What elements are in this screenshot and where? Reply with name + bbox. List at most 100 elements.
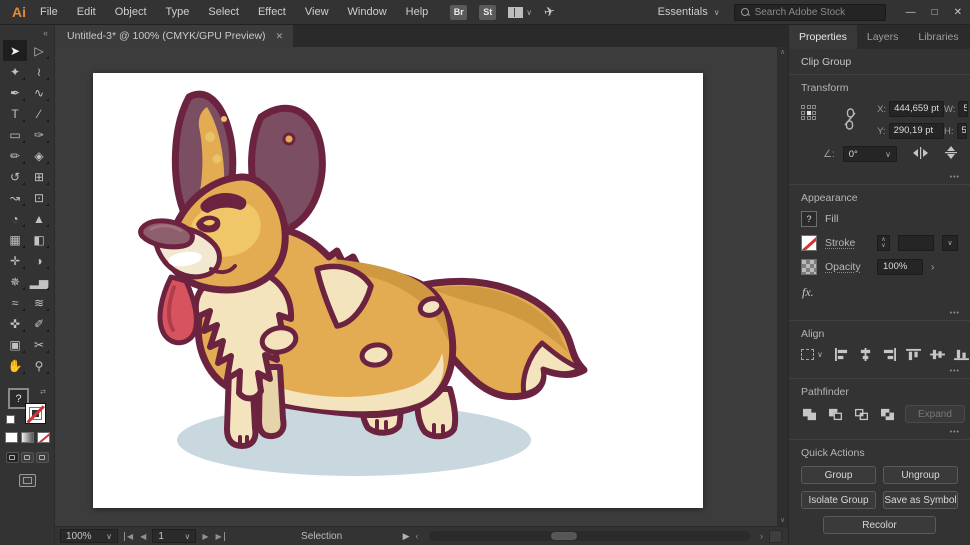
- vertical-align-bottom-button[interactable]: [953, 347, 970, 362]
- rotate-tool[interactable]: ↺: [3, 166, 27, 187]
- swap-fill-stroke-icon[interactable]: ⇄: [40, 388, 46, 396]
- stroke-weight-stepper[interactable]: ∧∨: [877, 235, 890, 251]
- vertical-scrollbar[interactable]: ∧ ∨: [777, 47, 788, 526]
- save-as-symbol-button[interactable]: Save as Symbol: [883, 491, 958, 509]
- menu-type[interactable]: Type: [166, 6, 190, 18]
- blend-tool[interactable]: ◑: [27, 250, 51, 271]
- warp-tool[interactable]: ≈: [3, 292, 27, 313]
- scroll-down-icon[interactable]: ∨: [780, 517, 785, 524]
- vertical-align-top-button[interactable]: [905, 347, 922, 362]
- transform-more-options[interactable]: •••: [950, 174, 960, 181]
- status-menu-arrow-icon[interactable]: ▶: [403, 531, 410, 542]
- menu-help[interactable]: Help: [406, 6, 429, 18]
- unite-button[interactable]: [801, 407, 818, 422]
- menu-file[interactable]: File: [40, 6, 58, 18]
- hand-tool[interactable]: ✋: [3, 355, 27, 376]
- minus-front-button[interactable]: [827, 407, 844, 422]
- horizontal-scrollbar-thumb[interactable]: [551, 532, 577, 540]
- height-field[interactable]: 510,27 pt: [957, 123, 967, 139]
- draw-inside-mode-button[interactable]: [36, 452, 49, 463]
- menu-effect[interactable]: Effect: [258, 6, 286, 18]
- app-logo[interactable]: Ai: [12, 4, 26, 20]
- stock-search-input[interactable]: [755, 7, 879, 18]
- puppet-warp-tool[interactable]: ✜: [3, 313, 27, 334]
- change-screen-mode-button[interactable]: [19, 474, 36, 487]
- tab-properties[interactable]: Properties: [789, 25, 857, 49]
- blob-brush-tool[interactable]: ✐: [27, 313, 51, 334]
- tab-libraries[interactable]: Libraries: [908, 25, 968, 49]
- menu-edit[interactable]: Edit: [77, 6, 96, 18]
- horizontal-scrollbar[interactable]: [429, 531, 750, 541]
- collapse-tools-button[interactable]: «: [43, 28, 48, 38]
- draw-normal-mode-button[interactable]: [6, 452, 19, 463]
- flip-vertical-button[interactable]: [944, 146, 958, 162]
- stroke-color-swatch[interactable]: [25, 403, 46, 424]
- scale-tool[interactable]: ⊞: [27, 166, 51, 187]
- zoom-tool[interactable]: ⚲: [27, 355, 51, 376]
- artboard[interactable]: [93, 73, 703, 508]
- menu-view[interactable]: View: [305, 6, 329, 18]
- first-artboard-button[interactable]: ◀: [124, 532, 133, 541]
- gradient-button[interactable]: [21, 432, 34, 443]
- stock-search-box[interactable]: [734, 4, 886, 21]
- stroke-label[interactable]: Stroke: [825, 237, 869, 249]
- scroll-right-icon[interactable]: ›: [760, 531, 763, 541]
- corgi-illustration[interactable]: [93, 73, 703, 508]
- y-field[interactable]: 290,19 pt: [889, 123, 944, 139]
- stroke-swatch[interactable]: [801, 235, 817, 251]
- horizontal-align-right-button[interactable]: [881, 347, 898, 362]
- tab-close-icon[interactable]: ✕: [276, 31, 284, 42]
- menu-object[interactable]: Object: [115, 6, 147, 18]
- next-artboard-button[interactable]: ▶: [202, 532, 208, 541]
- stroke-weight-field[interactable]: [898, 235, 934, 251]
- color-button[interactable]: [5, 432, 18, 443]
- maximize-button[interactable]: □: [932, 7, 938, 18]
- close-button[interactable]: ✕: [954, 7, 962, 18]
- pencil-tool[interactable]: ✏: [3, 145, 27, 166]
- zoom-level-select[interactable]: 100% ∨: [60, 529, 118, 543]
- appearance-more-options[interactable]: •••: [950, 310, 960, 317]
- group-button[interactable]: Group: [801, 466, 876, 484]
- horizontal-align-left-button[interactable]: [833, 347, 850, 362]
- symbol-sprayer-tool[interactable]: ✵: [3, 271, 27, 292]
- menu-window[interactable]: Window: [348, 6, 387, 18]
- free-transform-tool[interactable]: ⊡: [27, 187, 51, 208]
- menu-select[interactable]: Select: [208, 6, 239, 18]
- curvature-tool[interactable]: ∿: [27, 82, 51, 103]
- isolate-group-button[interactable]: Isolate Group: [801, 491, 876, 509]
- opacity-options-icon[interactable]: ›: [931, 262, 934, 273]
- rectangle-tool[interactable]: ▭: [3, 124, 27, 145]
- pathfinder-more-options[interactable]: •••: [950, 429, 960, 436]
- type-tool[interactable]: T: [3, 103, 27, 124]
- arrange-documents-button[interactable]: ∨: [508, 7, 532, 18]
- effects-button[interactable]: fx.: [802, 285, 814, 300]
- pasteboard[interactable]: ∧ ∨: [55, 47, 788, 526]
- tab-layers[interactable]: Layers: [857, 25, 909, 49]
- bridge-button[interactable]: Br: [450, 5, 467, 20]
- flip-horizontal-button[interactable]: [913, 147, 928, 162]
- align-to-selection-button[interactable]: ∨: [801, 349, 823, 360]
- slice-tool[interactable]: ✂: [27, 334, 51, 355]
- opacity-swatch[interactable]: [801, 259, 817, 275]
- wrinkle-tool[interactable]: ≋: [27, 292, 51, 313]
- last-artboard-button[interactable]: ▶: [215, 532, 224, 541]
- scroll-up-icon[interactable]: ∧: [780, 49, 785, 56]
- none-button[interactable]: [37, 432, 50, 443]
- pen-tool[interactable]: ✒: [3, 82, 27, 103]
- magic-wand-tool[interactable]: ✦: [3, 61, 27, 82]
- exclude-button[interactable]: [879, 407, 896, 422]
- selection-tool[interactable]: ➤: [3, 40, 27, 61]
- paintbrush-tool[interactable]: ✑: [27, 124, 51, 145]
- reference-point-locator[interactable]: [801, 105, 823, 120]
- fill-swatch[interactable]: ?: [801, 211, 817, 227]
- ungroup-button[interactable]: Ungroup: [883, 466, 958, 484]
- opacity-label[interactable]: Opacity: [825, 261, 869, 273]
- column-graph-tool[interactable]: ▂▅: [27, 271, 51, 292]
- status-display[interactable]: Selection: [247, 531, 397, 542]
- constrain-proportions-toggle[interactable]: [844, 108, 856, 133]
- workspace-switcher[interactable]: Essentials ∨: [658, 6, 720, 18]
- draw-behind-mode-button[interactable]: [21, 452, 34, 463]
- minimize-button[interactable]: —: [906, 7, 916, 18]
- default-fill-stroke-icon[interactable]: [6, 415, 15, 424]
- document-tab[interactable]: Untitled-3* @ 100% (CMYK/GPU Preview) ✕: [55, 25, 293, 47]
